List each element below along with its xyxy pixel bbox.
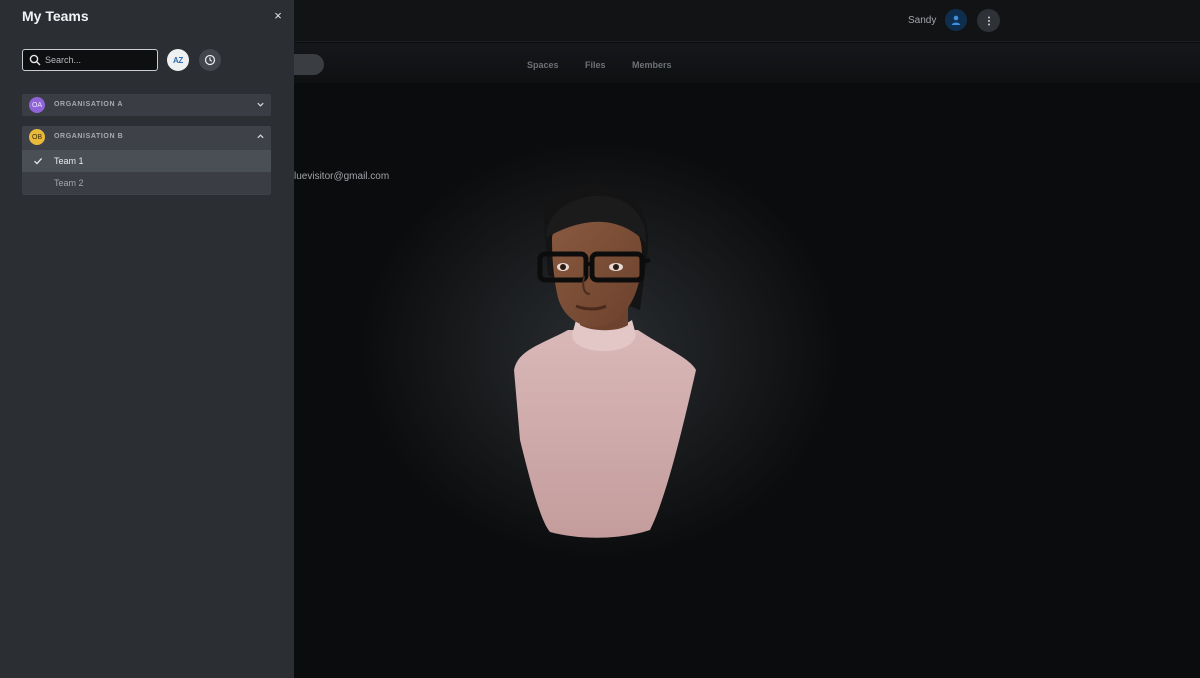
sort-recent-button[interactable] <box>199 49 221 71</box>
tab-spaces[interactable]: Spaces <box>527 60 559 70</box>
more-vertical-icon <box>987 16 990 25</box>
team-item-team-1[interactable]: Team 1 <box>22 150 271 172</box>
user-icon <box>951 15 961 25</box>
my-teams-panel: My Teams × AZ OA ORGANISATION A OB ORGAN… <box>0 0 294 678</box>
team-item-team-2[interactable]: Team 2 <box>22 172 271 194</box>
sort-alphabetical-button[interactable]: AZ <box>167 49 189 71</box>
user-name: Sandy <box>908 15 937 26</box>
search-input[interactable] <box>45 53 153 67</box>
search-icon <box>29 54 41 66</box>
user-avatar[interactable] <box>945 9 967 31</box>
panel-title: My Teams <box>22 8 89 24</box>
organisation-b-group: OB ORGANISATION B Team 1 Team 2 <box>22 126 271 195</box>
close-icon: × <box>274 7 282 23</box>
search-field[interactable] <box>22 49 158 71</box>
organisation-b-badge: OB <box>29 129 45 145</box>
team-label: Team 1 <box>54 156 84 166</box>
more-options-button[interactable] <box>977 9 1000 32</box>
avatar-3d-figure <box>514 185 696 538</box>
sort-az-label: AZ <box>172 55 184 65</box>
chevron-down-icon <box>257 102 264 107</box>
organisation-a-header[interactable]: OA ORGANISATION A <box>22 94 271 116</box>
organisation-b-header[interactable]: OB ORGANISATION B <box>22 126 271 148</box>
organisation-a-badge: OA <box>29 97 45 113</box>
clock-icon <box>204 54 216 66</box>
organisation-a-name: ORGANISATION A <box>54 101 124 108</box>
tab-files[interactable]: Files <box>585 60 606 70</box>
check-icon <box>34 157 43 165</box>
profile-email: luevisitor@gmail.com <box>294 171 390 182</box>
organisation-a-group: OA ORGANISATION A <box>22 94 271 116</box>
organisation-b-name: ORGANISATION B <box>54 133 124 140</box>
chevron-up-icon <box>257 134 264 139</box>
team-label: Team 2 <box>54 178 84 188</box>
close-panel-button[interactable]: × <box>270 6 286 24</box>
tab-members[interactable]: Members <box>632 60 672 70</box>
